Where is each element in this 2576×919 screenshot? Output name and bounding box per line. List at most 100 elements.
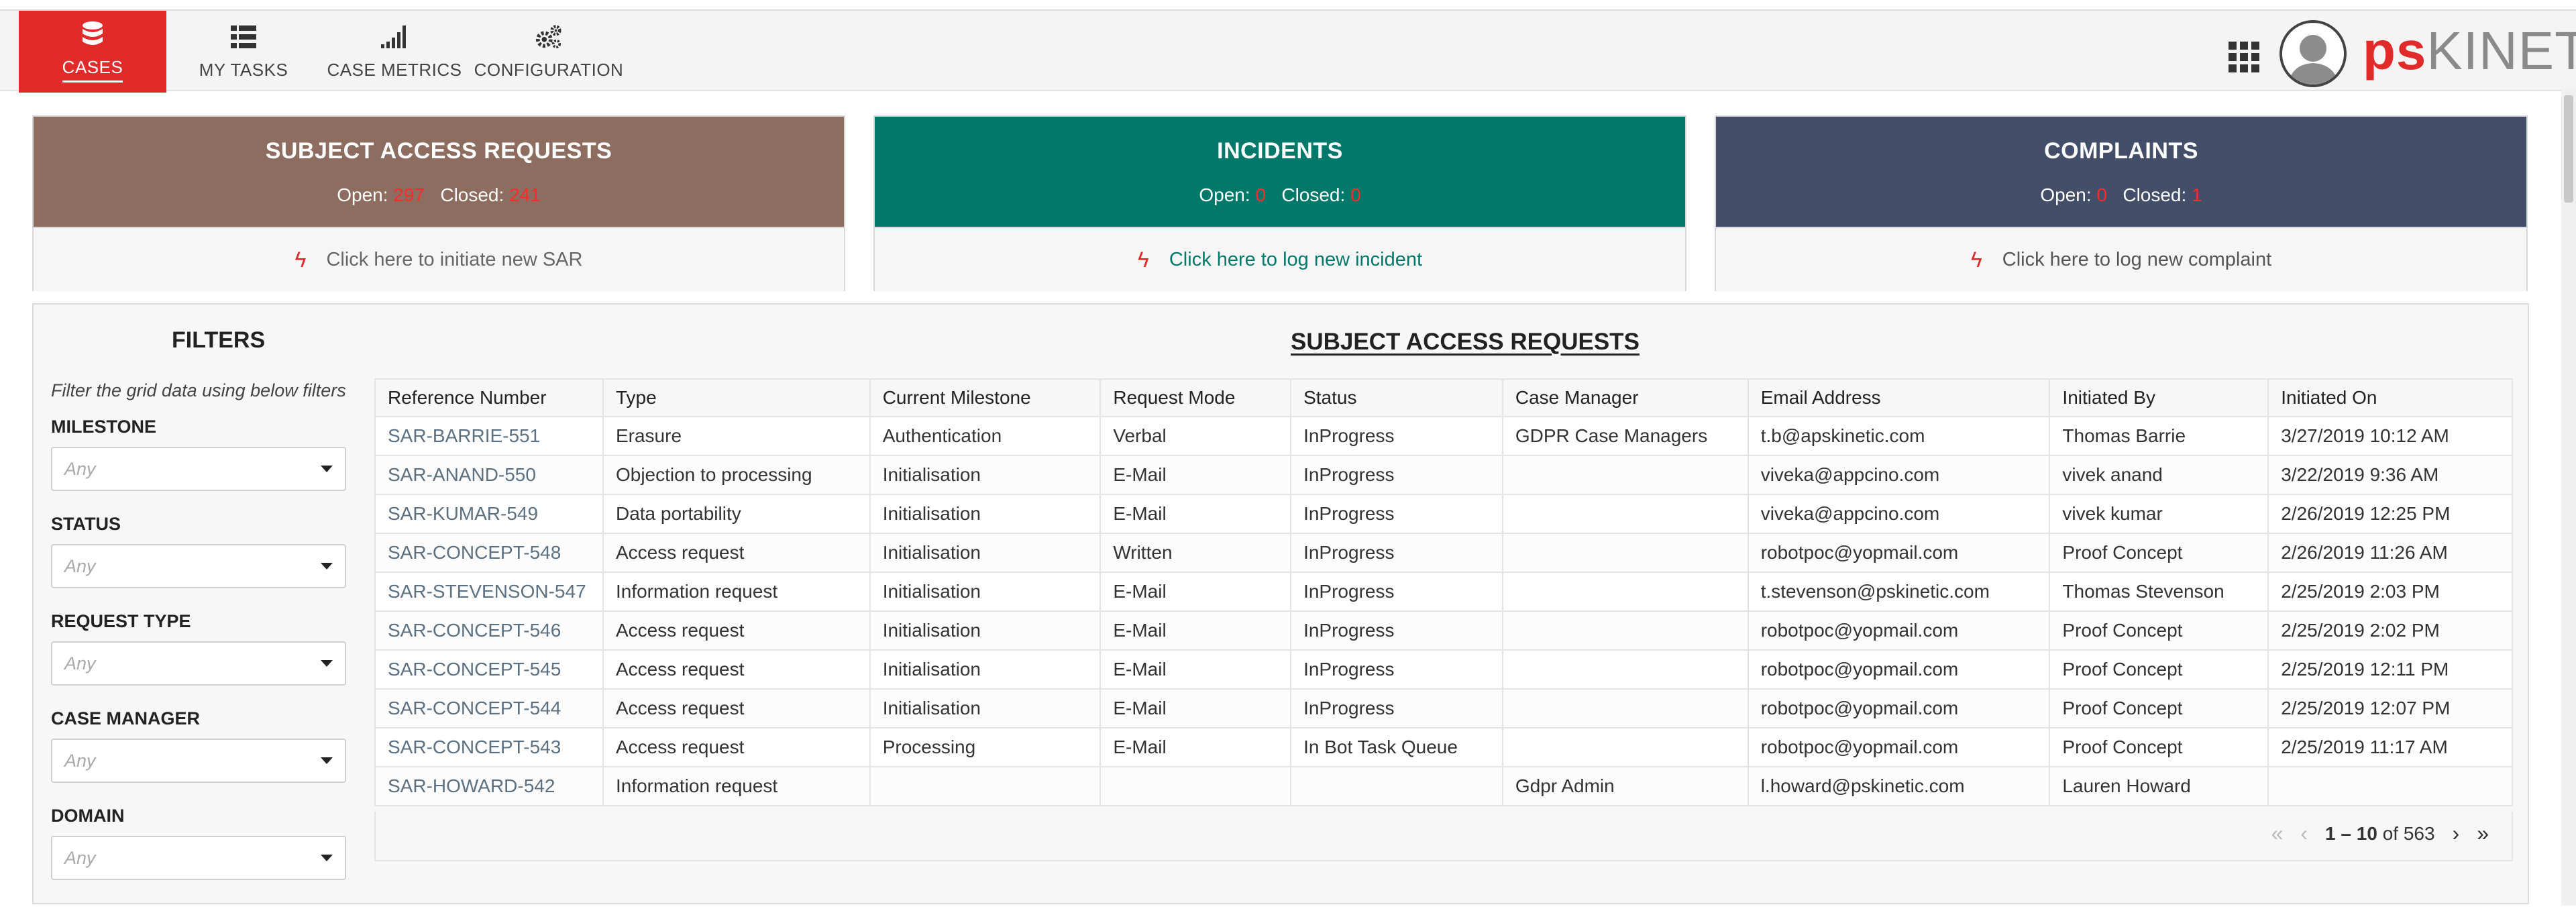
table-row[interactable]: SAR-CONCEPT-544 Access request Initialisat… — [374, 688, 2513, 728]
table-cell: Proof Concept — [2049, 533, 2269, 573]
top-navigation-bar: CASES MY TASKS CASE METRICS CONFIGURATIO… — [0, 9, 2576, 93]
table-cell: viveka@appcino.com — [1747, 455, 2051, 495]
card-title: INCIDENTS — [1217, 138, 1343, 164]
milestone-select[interactable]: Any — [51, 447, 346, 491]
initiate-sar-link[interactable]: ϟ Click here to initiate new SAR — [34, 227, 844, 291]
card-title: COMPLAINTS — [2044, 138, 2198, 164]
table-cell: E-Mail — [1099, 649, 1292, 690]
column-header[interactable]: Case Manager — [1501, 378, 1749, 417]
reference-number-link[interactable]: SAR-HOWARD-542 — [374, 766, 604, 806]
avatar[interactable] — [2279, 20, 2347, 87]
prev-page-icon[interactable]: ‹ — [2300, 821, 2308, 846]
next-page-icon[interactable]: › — [2453, 821, 2460, 846]
status-select[interactable]: Any — [51, 544, 346, 588]
reference-number-link[interactable]: SAR-CONCEPT-544 — [374, 688, 604, 728]
table-cell: Information request — [602, 572, 871, 612]
table-cell: E-Mail — [1099, 610, 1292, 651]
reference-number-link[interactable]: SAR-CONCEPT-545 — [374, 649, 604, 690]
bolt-icon: ϟ — [1137, 247, 1149, 272]
first-page-icon[interactable]: « — [2271, 821, 2284, 846]
reference-number-link[interactable]: SAR-CONCEPT-546 — [374, 610, 604, 651]
reference-number-link[interactable]: SAR-STEVENSON-547 — [374, 572, 604, 612]
table-cell: 2/25/2019 11:17 AM — [2267, 727, 2513, 767]
table-row[interactable]: SAR-CONCEPT-545 Access request Initialisat… — [374, 649, 2513, 690]
column-header[interactable]: Status — [1290, 378, 1503, 417]
open-count: 0 — [2096, 184, 2107, 205]
caret-down-icon — [321, 660, 333, 667]
table-cell: Initialisation — [869, 494, 1102, 534]
reference-number-link[interactable]: SAR-KUMAR-549 — [374, 494, 604, 534]
table-cell: 2/25/2019 12:07 PM — [2267, 688, 2513, 728]
table-row[interactable]: SAR-BARRIE-551 Erasure Authentication Verba… — [374, 416, 2513, 456]
reference-number-link[interactable]: SAR-CONCEPT-548 — [374, 533, 604, 573]
table-cell: Access request — [602, 610, 871, 651]
table-cell: Lauren Howard — [2049, 766, 2269, 806]
table-row[interactable]: SAR-CONCEPT-543 Access request Processing E… — [374, 727, 2513, 767]
table-cell: E-Mail — [1099, 494, 1292, 534]
table-cell — [869, 766, 1102, 806]
filter-label-domain: DOMAIN — [51, 806, 125, 826]
table-cell: Authentication — [869, 416, 1102, 456]
table-row[interactable]: SAR-HOWARD-542 Information request Gdpr Ad… — [374, 766, 2513, 806]
table-cell: E-Mail — [1099, 727, 1292, 767]
card-counts: Open: 0 Closed: 1 — [2040, 184, 2202, 205]
vertical-scrollbar[interactable] — [2561, 89, 2576, 906]
log-complaint-link[interactable]: ϟ Click here to log new complaint — [1716, 227, 2526, 291]
table-cell: 2/25/2019 2:02 PM — [2267, 610, 2513, 651]
nav-item-cases[interactable]: CASES — [19, 11, 166, 93]
apps-grid-icon[interactable] — [2229, 42, 2259, 72]
database-icon — [79, 21, 106, 48]
column-header[interactable]: Current Milestone — [869, 378, 1102, 417]
last-page-icon[interactable]: » — [2477, 821, 2489, 846]
cases-panel: FILTERS Filter the grid data using below… — [32, 303, 2529, 904]
nav-item-label: MY TASKS — [199, 59, 288, 80]
bolt-icon: ϟ — [1970, 247, 1982, 272]
table-row[interactable]: SAR-CONCEPT-546 Access request Initialisat… — [374, 610, 2513, 651]
nav-item-my-tasks[interactable]: MY TASKS — [166, 11, 321, 93]
card-title: SUBJECT ACCESS REQUESTS — [265, 138, 612, 164]
table-row[interactable]: SAR-ANAND-550 Objection to processing Init… — [374, 455, 2513, 495]
column-header[interactable]: Reference Number — [374, 378, 604, 417]
reference-number-link[interactable]: SAR-ANAND-550 — [374, 455, 604, 495]
table-cell: robotpoc@yopmail.com — [1747, 649, 2051, 690]
table-cell: Data portability — [602, 494, 871, 534]
scrollbar-thumb[interactable] — [2564, 95, 2573, 203]
caret-down-icon — [321, 563, 333, 570]
table-row[interactable]: SAR-STEVENSON-547 Information request Init… — [374, 572, 2513, 612]
table-cell: 3/27/2019 10:12 AM — [2267, 416, 2513, 456]
table-cell: Proof Concept — [2049, 688, 2269, 728]
table-row[interactable]: SAR-KUMAR-549 Data portability Initialisat… — [374, 494, 2513, 534]
table-cell: InProgress — [1290, 416, 1503, 456]
table-cell: E-Mail — [1099, 688, 1292, 728]
complaints-summary-card: COMPLAINTS Open: 0 Closed: 1 ϟ Click here… — [1715, 115, 2528, 291]
request-type-select[interactable]: Any — [51, 641, 346, 686]
sar-grid: Reference Number Type Current Milestone … — [374, 378, 2513, 806]
column-header[interactable]: Initiated By — [2049, 378, 2269, 417]
table-cell: 2/25/2019 2:03 PM — [2267, 572, 2513, 612]
table-cell: robotpoc@yopmail.com — [1747, 533, 2051, 573]
nav-item-case-metrics[interactable]: CASE METRICS — [321, 11, 468, 93]
nav-item-configuration[interactable]: CONFIGURATION — [468, 11, 629, 93]
bolt-icon: ϟ — [294, 247, 307, 272]
column-header[interactable]: Type — [602, 378, 871, 417]
reference-number-link[interactable]: SAR-CONCEPT-543 — [374, 727, 604, 767]
table-cell: Initialisation — [869, 610, 1102, 651]
cogs-icon — [535, 23, 562, 50]
table-cell: l.howard@pskinetic.com — [1747, 766, 2051, 806]
reference-number-link[interactable]: SAR-BARRIE-551 — [374, 416, 604, 456]
case-manager-select[interactable]: Any — [51, 739, 346, 783]
log-incident-link[interactable]: ϟ Click here to log new incident — [875, 227, 1685, 291]
column-header[interactable]: Initiated On — [2267, 378, 2513, 417]
column-header[interactable]: Email Address — [1747, 378, 2051, 417]
table-cell: Erasure — [602, 416, 871, 456]
domain-select[interactable]: Any — [51, 836, 346, 880]
table-cell — [1290, 766, 1503, 806]
table-row[interactable]: SAR-CONCEPT-548 Access request Initialisat… — [374, 533, 2513, 573]
table-cell: t.b@apskinetic.com — [1747, 416, 2051, 456]
column-header[interactable]: Request Mode — [1099, 378, 1292, 417]
table-cell: Processing — [869, 727, 1102, 767]
table-cell: 3/22/2019 9:36 AM — [2267, 455, 2513, 495]
table-cell: E-Mail — [1099, 572, 1292, 612]
table-cell: Written — [1099, 533, 1292, 573]
grid-title: SUBJECT ACCESS REQUESTS — [1291, 329, 1640, 355]
